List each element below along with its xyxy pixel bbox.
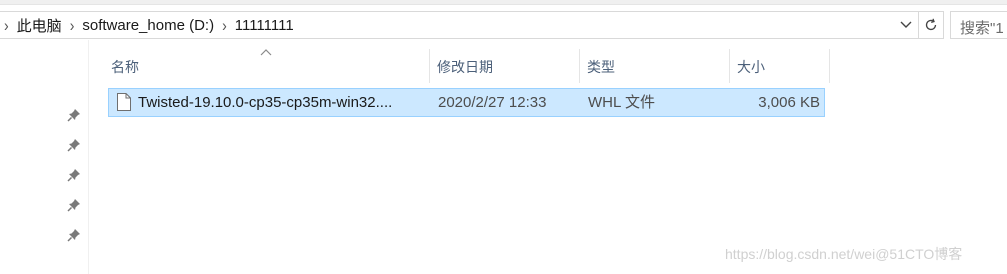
pin-icon[interactable] bbox=[66, 137, 82, 153]
pin-icon[interactable] bbox=[66, 227, 82, 243]
chevron-right-icon[interactable]: › bbox=[70, 15, 75, 34]
file-icon bbox=[117, 93, 131, 111]
file-name[interactable]: Twisted-19.10.0-cp35-cp35m-win32.... bbox=[138, 89, 428, 116]
file-size: 3,006 KB bbox=[758, 94, 820, 111]
chevron-right-icon[interactable]: › bbox=[222, 15, 227, 34]
column-header-size[interactable]: 大小 bbox=[730, 49, 830, 83]
breadcrumb-drive[interactable]: software_home (D:) bbox=[82, 17, 214, 34]
breadcrumb-this-pc[interactable]: 此电脑 bbox=[17, 15, 62, 36]
address-bar[interactable]: › 此电脑 › software_home (D:) › 11111111 bbox=[0, 11, 944, 39]
file-type: WHL 文件 bbox=[588, 94, 655, 111]
watermark: https://blog.csdn.net/wei@51CTO博客 bbox=[725, 246, 963, 262]
refresh-button[interactable] bbox=[918, 12, 943, 38]
chevron-right-icon[interactable]: › bbox=[4, 15, 9, 34]
chevron-down-icon bbox=[900, 21, 912, 28]
column-header-modified[interactable]: 修改日期 bbox=[430, 49, 580, 83]
search-input[interactable]: 搜索"1 bbox=[950, 11, 1007, 39]
pin-icon[interactable] bbox=[66, 167, 82, 183]
pin-icon[interactable] bbox=[66, 197, 82, 213]
refresh-icon bbox=[925, 18, 937, 31]
breadcrumb: › 此电脑 › software_home (D:) › 11111111 bbox=[0, 12, 294, 38]
column-header-name[interactable]: 名称 bbox=[104, 49, 430, 83]
window-top-edge bbox=[0, 0, 1007, 5]
file-modified-date: 2020/2/27 12:33 bbox=[438, 94, 547, 111]
address-history-dropdown[interactable] bbox=[895, 12, 917, 38]
navigation-pane bbox=[0, 40, 89, 274]
breadcrumb-folder[interactable]: 11111111 bbox=[235, 17, 294, 34]
column-header-type[interactable]: 类型 bbox=[580, 49, 730, 83]
file-row[interactable]: Twisted-19.10.0-cp35-cp35m-win32.... 202… bbox=[108, 88, 825, 117]
pin-icon[interactable] bbox=[66, 107, 82, 123]
search-placeholder: 搜索"1 bbox=[960, 20, 1004, 37]
